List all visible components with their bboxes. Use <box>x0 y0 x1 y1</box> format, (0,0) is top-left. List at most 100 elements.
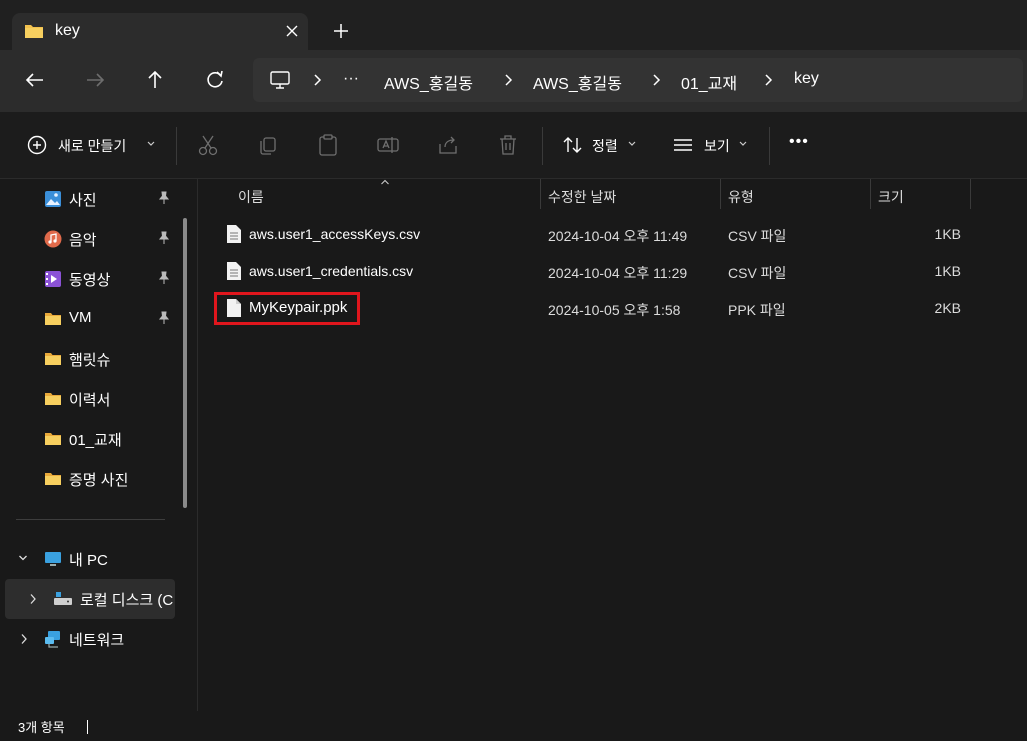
column-size[interactable]: 크기 <box>878 187 904 207</box>
file-size: 1KB <box>934 226 961 242</box>
more-options-button[interactable]: ••• <box>789 133 809 151</box>
tab-bar: key <box>0 0 1027 56</box>
pin-icon[interactable] <box>157 231 171 245</box>
column-divider[interactable] <box>720 179 721 209</box>
sidebar-item-label: 햄릿슈 <box>69 352 111 369</box>
status-bar: 3개 항목 <box>0 711 1027 741</box>
up-arrow-icon[interactable] <box>142 67 168 93</box>
sidebar-item-label: 증명 사진 <box>69 472 129 489</box>
column-divider[interactable] <box>540 179 541 209</box>
sort-label: 정렬 <box>592 138 618 154</box>
sidebar-item-this-pc[interactable]: 내 PC <box>0 539 175 579</box>
forward-arrow-icon[interactable] <box>82 67 108 93</box>
item-count: 3개 항목 <box>18 720 65 735</box>
sidebar-scrollbar[interactable] <box>183 218 187 508</box>
column-divider[interactable] <box>870 179 871 209</box>
file-list: 이름 수정한 날짜 유형 크기 aws.user1_accessKeys.csv… <box>198 179 1027 711</box>
sidebar-item-folder[interactable]: 01_교재 <box>0 419 175 459</box>
file-type: CSV 파일 <box>728 265 787 281</box>
copy-icon[interactable] <box>256 132 280 158</box>
new-label: 새로 만들기 <box>58 138 127 154</box>
file-name: aws.user1_accessKeys.csv <box>249 226 421 242</box>
navigation-bar: ··· AWS_홍길동 AWS_홍길동 01_교재 key <box>0 50 1027 112</box>
tab-title: key <box>55 22 80 39</box>
refresh-icon[interactable] <box>202 67 228 93</box>
breadcrumb-overflow[interactable]: ··· <box>343 70 359 88</box>
column-type[interactable]: 유형 <box>728 187 754 207</box>
folder-icon <box>25 25 43 38</box>
network-icon <box>45 631 60 648</box>
sidebar-item-label: 동영상 <box>69 272 111 289</box>
highlight-box <box>214 292 360 325</box>
sidebar-item-videos[interactable]: 동영상 <box>0 259 175 299</box>
column-name[interactable]: 이름 <box>238 187 264 207</box>
chevron-down-icon <box>739 141 747 146</box>
sidebar-item-folder[interactable]: 증명 사진 <box>0 459 175 499</box>
view-list-icon <box>674 139 692 151</box>
file-row[interactable]: aws.user1_credentials.csv 2024-10-04 오후 … <box>198 254 1027 290</box>
delete-icon[interactable] <box>496 132 520 158</box>
computer-icon[interactable] <box>269 70 291 90</box>
view-label: 보기 <box>704 138 730 154</box>
sidebar-item-music[interactable]: 음악 <box>0 219 175 259</box>
address-bar[interactable]: ··· AWS_홍길동 AWS_홍길동 01_교재 key <box>253 58 1023 102</box>
chevron-right-icon[interactable] <box>762 72 774 88</box>
back-arrow-icon[interactable] <box>22 67 48 93</box>
tab-key[interactable]: key <box>12 13 308 50</box>
sidebar-item-photos[interactable]: 사진 <box>0 179 175 219</box>
close-icon[interactable] <box>282 21 302 41</box>
sidebar-item-network[interactable]: 네트워크 <box>0 619 175 659</box>
folder-icon <box>45 313 61 325</box>
music-icon <box>44 230 62 248</box>
cut-icon[interactable] <box>196 132 220 158</box>
file-name: aws.user1_credentials.csv <box>249 263 414 279</box>
sidebar-item-label: VM <box>69 309 92 326</box>
plus-circle-icon <box>27 135 47 155</box>
new-tab-icon[interactable] <box>330 20 352 42</box>
pin-icon[interactable] <box>157 191 171 205</box>
column-header-row: 이름 수정한 날짜 유형 크기 <box>198 179 1027 211</box>
chevron-down-icon[interactable] <box>18 554 28 562</box>
file-type: PPK 파일 <box>728 302 786 318</box>
file-size: 2KB <box>934 300 961 316</box>
sidebar-item-folder[interactable]: 햄릿슈 <box>0 339 175 379</box>
file-row[interactable]: aws.user1_accessKeys.csv 2024-10-04 오후 1… <box>198 217 1027 253</box>
share-icon[interactable] <box>436 132 460 158</box>
breadcrumb-item[interactable]: AWS_홍길동 <box>384 70 473 94</box>
sidebar-item-label: 로컬 디스크 (C <box>80 592 174 609</box>
folder-icon <box>45 353 61 365</box>
chevron-right-icon[interactable] <box>29 593 37 605</box>
sidebar-item-local-disk[interactable]: 로컬 디스크 (C <box>5 579 175 619</box>
sort-button[interactable]: 정렬 <box>560 130 644 160</box>
breadcrumb-item[interactable]: 01_교재 <box>681 70 737 94</box>
new-button[interactable]: 새로 만들기 <box>22 130 158 160</box>
sort-ascending-icon <box>381 179 389 185</box>
chevron-down-icon <box>147 141 155 146</box>
chevron-right-icon[interactable] <box>311 72 323 88</box>
file-size: 1KB <box>934 263 961 279</box>
photos-icon <box>45 191 61 207</box>
navigation-pane: 사진 음악 동영상 VM 햄릿슈 이력서 01_교재 증명 사진 내 PC 로컬… <box>0 179 197 711</box>
column-divider[interactable] <box>970 179 971 209</box>
sidebar-item-label: 사진 <box>69 192 97 209</box>
breadcrumb-item[interactable]: AWS_홍길동 <box>533 70 622 94</box>
pin-icon[interactable] <box>157 311 171 325</box>
command-bar: 새로 만들기 정렬 보기 ••• <box>0 112 1027 179</box>
view-button[interactable]: 보기 <box>670 130 754 160</box>
file-date: 2024-10-04 오후 11:49 <box>548 228 688 244</box>
sidebar-divider <box>16 519 165 520</box>
rename-icon[interactable] <box>376 132 400 158</box>
csv-file-icon <box>227 225 241 243</box>
sidebar-item-folder[interactable]: 이력서 <box>0 379 175 419</box>
sidebar-item-label: 내 PC <box>69 552 108 569</box>
chevron-right-icon[interactable] <box>502 72 514 88</box>
chevron-right-icon[interactable] <box>650 72 662 88</box>
csv-file-icon <box>227 262 241 280</box>
pin-icon[interactable] <box>157 271 171 285</box>
chevron-right-icon[interactable] <box>20 633 28 645</box>
paste-icon[interactable] <box>316 132 340 158</box>
sidebar-item-vm[interactable]: VM <box>0 299 175 339</box>
column-date[interactable]: 수정한 날짜 <box>548 187 616 207</box>
breadcrumb-current[interactable]: key <box>794 70 819 88</box>
status-separator <box>87 720 88 734</box>
